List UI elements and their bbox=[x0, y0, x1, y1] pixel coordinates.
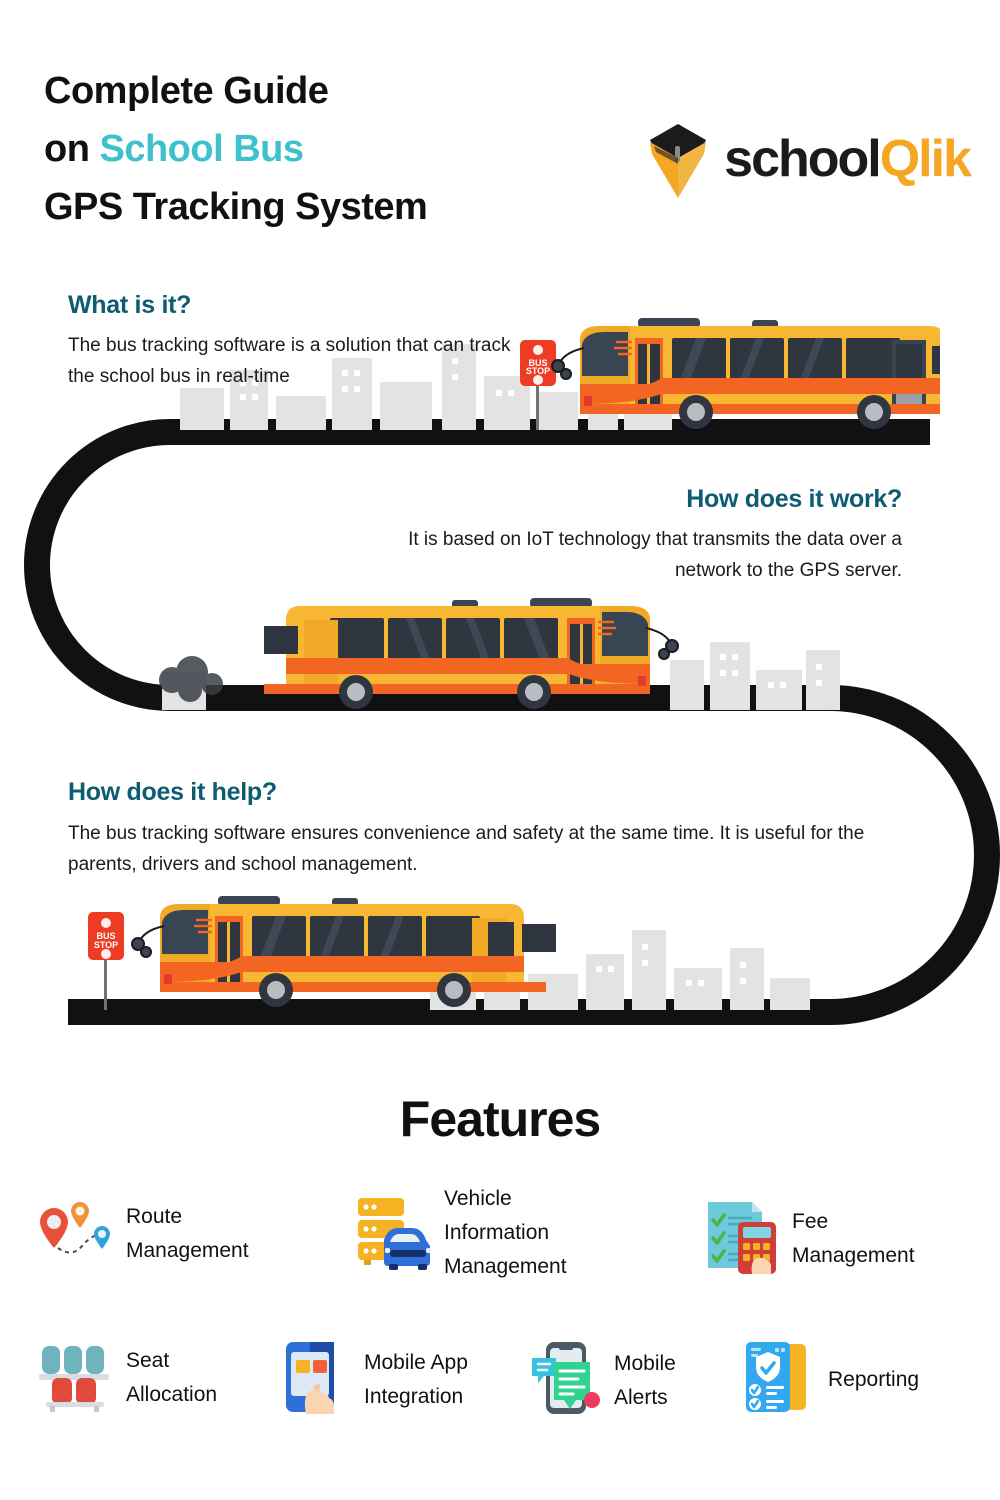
clipboard-shield-report-icon bbox=[740, 1338, 816, 1421]
feature-label: Reporting bbox=[828, 1367, 920, 1391]
section-body-how-does-it-work: It is based on IoT technology that trans… bbox=[408, 529, 902, 581]
feature-label: Mobile App Integration bbox=[364, 1350, 468, 1408]
feature-route-management[interactable]: Route Management bbox=[36, 1196, 336, 1271]
graduation-cap-pin-logo-icon bbox=[650, 124, 707, 198]
title-line-2-prefix: on bbox=[44, 128, 100, 170]
scene-middle bbox=[159, 598, 840, 710]
feature-label: Route Management bbox=[126, 1204, 249, 1262]
bus-bottom bbox=[131, 896, 556, 1007]
smartphone-tap-icon bbox=[280, 1338, 352, 1421]
brand-name-main: school bbox=[724, 130, 882, 188]
bus-stop-sign-line2: STOP bbox=[94, 940, 118, 950]
feature-fee-management[interactable]: Fee Management bbox=[700, 1196, 990, 1281]
brand-name-accent: Qlik bbox=[879, 130, 972, 188]
feature-label: Seat Allocation bbox=[126, 1348, 218, 1406]
feature-mobile-app-integration[interactable]: Mobile App Integration bbox=[280, 1338, 530, 1421]
bus-top bbox=[551, 318, 940, 429]
section-body-what-is-it: The bus tracking software is a solution … bbox=[68, 335, 511, 387]
section-body-how-does-it-help: The bus tracking software ensures conven… bbox=[68, 823, 865, 875]
section-heading-how-does-it-help: How does it help? bbox=[68, 778, 277, 806]
feature-label: Vehicle Information Management bbox=[444, 1187, 567, 1278]
bus-stop-sign: BUS STOP bbox=[88, 912, 124, 1010]
title-line-1: Complete Guide bbox=[44, 70, 329, 112]
section-heading-what-is-it: What is it? bbox=[68, 291, 192, 319]
title-line-3: GPS Tracking System bbox=[44, 186, 428, 228]
scene-bottom: BUS STOP bbox=[88, 896, 810, 1010]
checklist-calculator-icon bbox=[700, 1196, 780, 1281]
feature-label: Mobile Alerts bbox=[614, 1351, 676, 1409]
phone-chat-bubble-icon bbox=[530, 1338, 602, 1423]
brand-logo: schoolQlik bbox=[642, 118, 972, 200]
server-car-icon bbox=[352, 1190, 432, 1277]
feature-vehicle-information-management[interactable]: Vehicle Information Management bbox=[352, 1182, 642, 1284]
bus-middle bbox=[264, 598, 679, 709]
feature-label: Fee Management bbox=[792, 1209, 915, 1267]
bus-seats-icon bbox=[36, 1338, 114, 1417]
title-line-2: on School Bus bbox=[44, 120, 427, 178]
section-heading-how-does-it-work: How does it work? bbox=[686, 485, 902, 513]
feature-mobile-alerts[interactable]: Mobile Alerts bbox=[530, 1338, 750, 1423]
feature-reporting[interactable]: Reporting bbox=[740, 1338, 1000, 1421]
page-title: Complete Guide on School Bus GPS Trackin… bbox=[44, 62, 428, 236]
brand-logo-text: schoolQlik bbox=[724, 130, 972, 188]
title-line-2-accent: School Bus bbox=[99, 128, 304, 170]
map-pins-route-icon bbox=[36, 1196, 114, 1271]
feature-seat-allocation[interactable]: Seat Allocation bbox=[36, 1338, 286, 1417]
features-title: Features bbox=[399, 1091, 601, 1147]
infographic-page: Complete Guide on School Bus GPS Trackin… bbox=[0, 0, 1000, 1500]
